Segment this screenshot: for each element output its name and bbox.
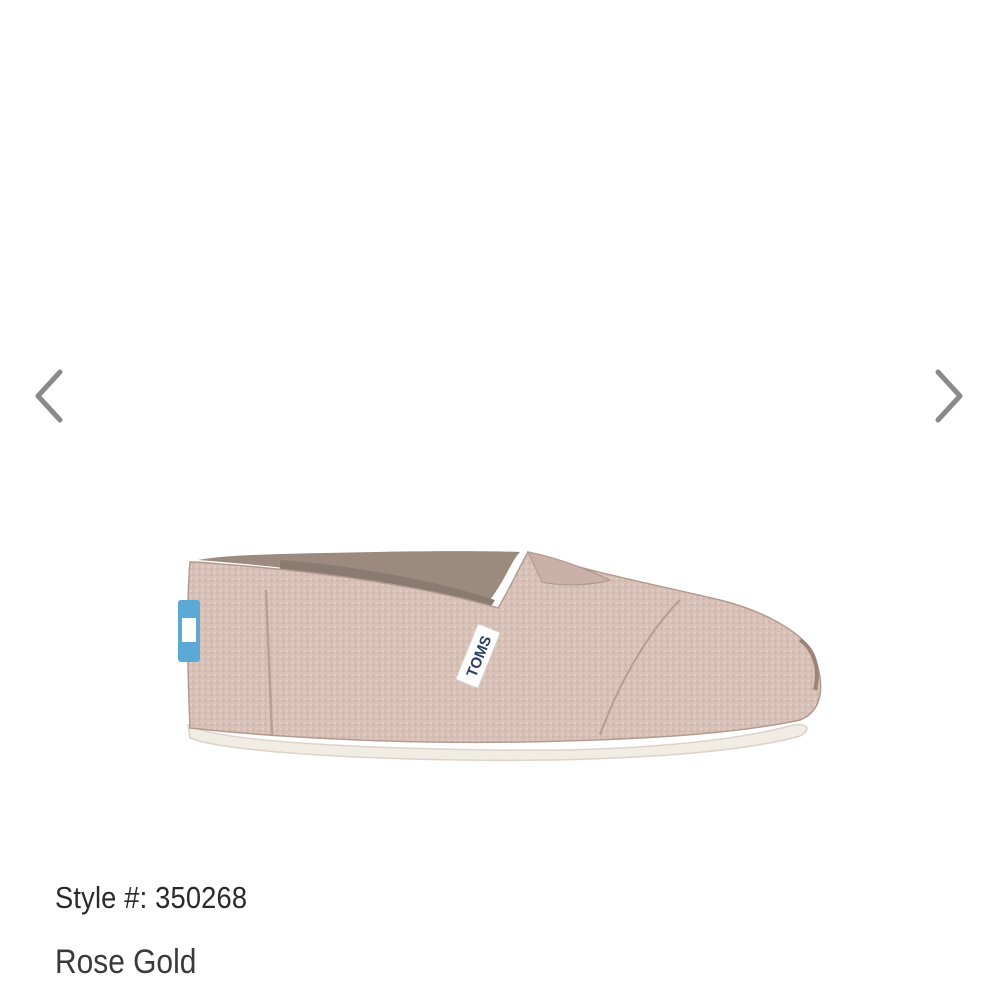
color-name: Rose Gold (55, 943, 197, 981)
product-page: TOMS Style #: 350268 Rose Gold (0, 0, 1000, 1000)
next-image-button[interactable] (918, 362, 978, 430)
chevron-right-icon (935, 369, 963, 423)
product-image-carousel: TOMS (0, 0, 1000, 860)
product-image: TOMS (178, 551, 822, 762)
chevron-left-icon (35, 369, 63, 423)
style-number: Style #: 350268 (55, 880, 248, 915)
previous-image-button[interactable] (20, 362, 80, 430)
